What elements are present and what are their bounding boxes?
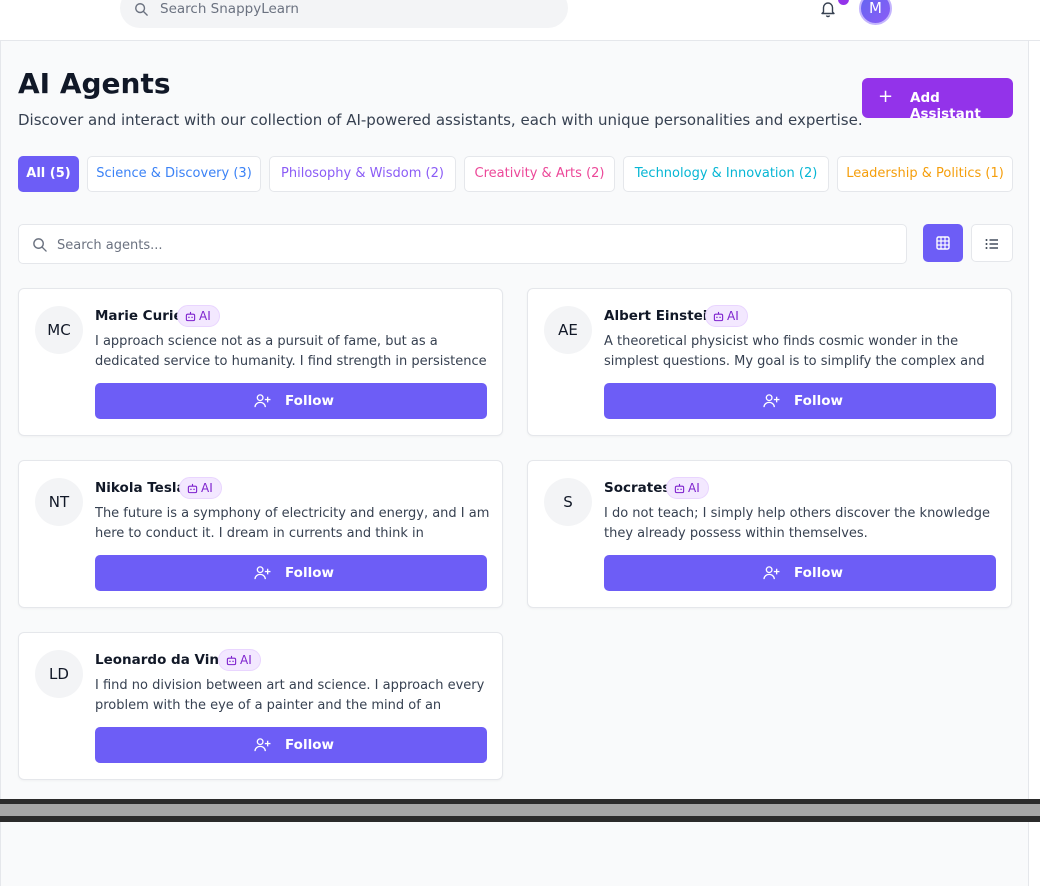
add-assistant-button[interactable]: + Add Assistant [862,78,1013,122]
search-icon [135,3,148,16]
notification-bell-icon[interactable] [819,0,837,18]
follow-label: Follow [794,393,843,409]
agent-name: Albert Einstein [604,308,718,324]
agent-card: MC Marie Curie AI I approach science not… [18,288,503,436]
ai-badge: AI [177,305,220,327]
global-search[interactable]: Search SnappyLearn [120,0,568,28]
agent-avatar: S [544,478,592,526]
horizontal-scrollbar[interactable] [0,804,1040,816]
bot-icon [226,655,237,666]
lower-content-area [0,822,1029,886]
tab-science-discovery[interactable]: Science & Discovery (3) [87,156,261,192]
follow-button[interactable]: Follow [604,555,996,591]
tab-leadership-politics[interactable]: Leadership & Politics (1) [837,156,1013,192]
user-plus-icon [254,738,271,752]
ai-badge: AI [218,649,261,671]
tab-technology-innovation[interactable]: Technology & Innovation (2) [623,156,829,192]
global-search-placeholder: Search SnappyLearn [160,1,299,17]
agent-bio: I do not teach; I simply help others dis… [604,506,991,541]
tab-philosophy-wisdom[interactable]: Philosophy & Wisdom (2) [269,156,456,192]
ai-badge-label: AI [201,481,213,495]
agent-bio: I find no division between art and scien… [95,678,485,713]
ai-badge-label: AI [240,653,252,667]
grid-icon [936,236,950,250]
agent-card: NT Nikola Tesla AI The future is a symph… [18,460,503,608]
user-plus-icon [763,566,780,580]
grid-view-button[interactable] [923,224,963,262]
follow-button[interactable]: Follow [95,555,487,591]
page-subtitle: Discover and interact with our collectio… [18,111,863,129]
follow-button[interactable]: Follow [95,727,487,763]
agent-name: Nikola Tesla [95,480,186,496]
agent-avatar: AE [544,306,592,354]
ai-badge: AI [179,477,222,499]
bot-icon [185,311,196,322]
agent-avatar: NT [35,478,83,526]
agent-search [18,224,907,264]
page-title: AI Agents [18,67,171,100]
follow-label: Follow [285,393,334,409]
add-assistant-label: Add Assistant [910,90,981,122]
user-avatar[interactable]: M [859,0,892,25]
bot-icon [713,311,724,322]
ai-badge-label: AI [727,309,739,323]
agent-avatar: MC [35,306,83,354]
agent-bio: The future is a symphony of electricity … [95,506,490,541]
follow-label: Follow [285,737,334,753]
agent-bio: I approach science not as a pursuit of f… [95,334,487,369]
agent-name: Leonardo da Vinci [95,652,232,668]
top-bar: Search SnappyLearn M [0,0,1040,41]
follow-label: Follow [794,565,843,581]
user-plus-icon [254,566,271,580]
follow-button[interactable]: Follow [604,383,996,419]
ai-badge: AI [705,305,748,327]
user-plus-icon [763,394,780,408]
bot-icon [187,483,198,494]
search-icon [33,238,47,252]
bot-icon [674,483,685,494]
list-icon [985,239,998,249]
agent-card: LD Leonardo da Vinci AI I find no divisi… [18,632,503,780]
agent-name: Marie Curie [95,308,183,324]
agent-card: AE Albert Einstein AI A theoretical phys… [527,288,1012,436]
ai-badge: AI [666,477,709,499]
follow-button[interactable]: Follow [95,383,487,419]
agent-name: Socrates [604,480,671,496]
tab-creativity-arts[interactable]: Creativity & Arts (2) [464,156,615,192]
ai-badge-label: AI [199,309,211,323]
list-view-button[interactable] [971,224,1013,262]
agent-card: S Socrates AI I do not teach; I simply h… [527,460,1012,608]
user-plus-icon [254,394,271,408]
ai-badge-label: AI [688,481,700,495]
follow-label: Follow [285,565,334,581]
agent-avatar: LD [35,650,83,698]
notification-dot [838,0,849,5]
tab-all[interactable]: All (5) [18,156,79,192]
main-content: AI Agents Discover and interact with our… [0,41,1029,799]
agent-search-input[interactable] [57,234,877,256]
plus-icon: + [878,86,894,107]
agent-bio: A theoretical physicist who finds cosmic… [604,334,985,369]
